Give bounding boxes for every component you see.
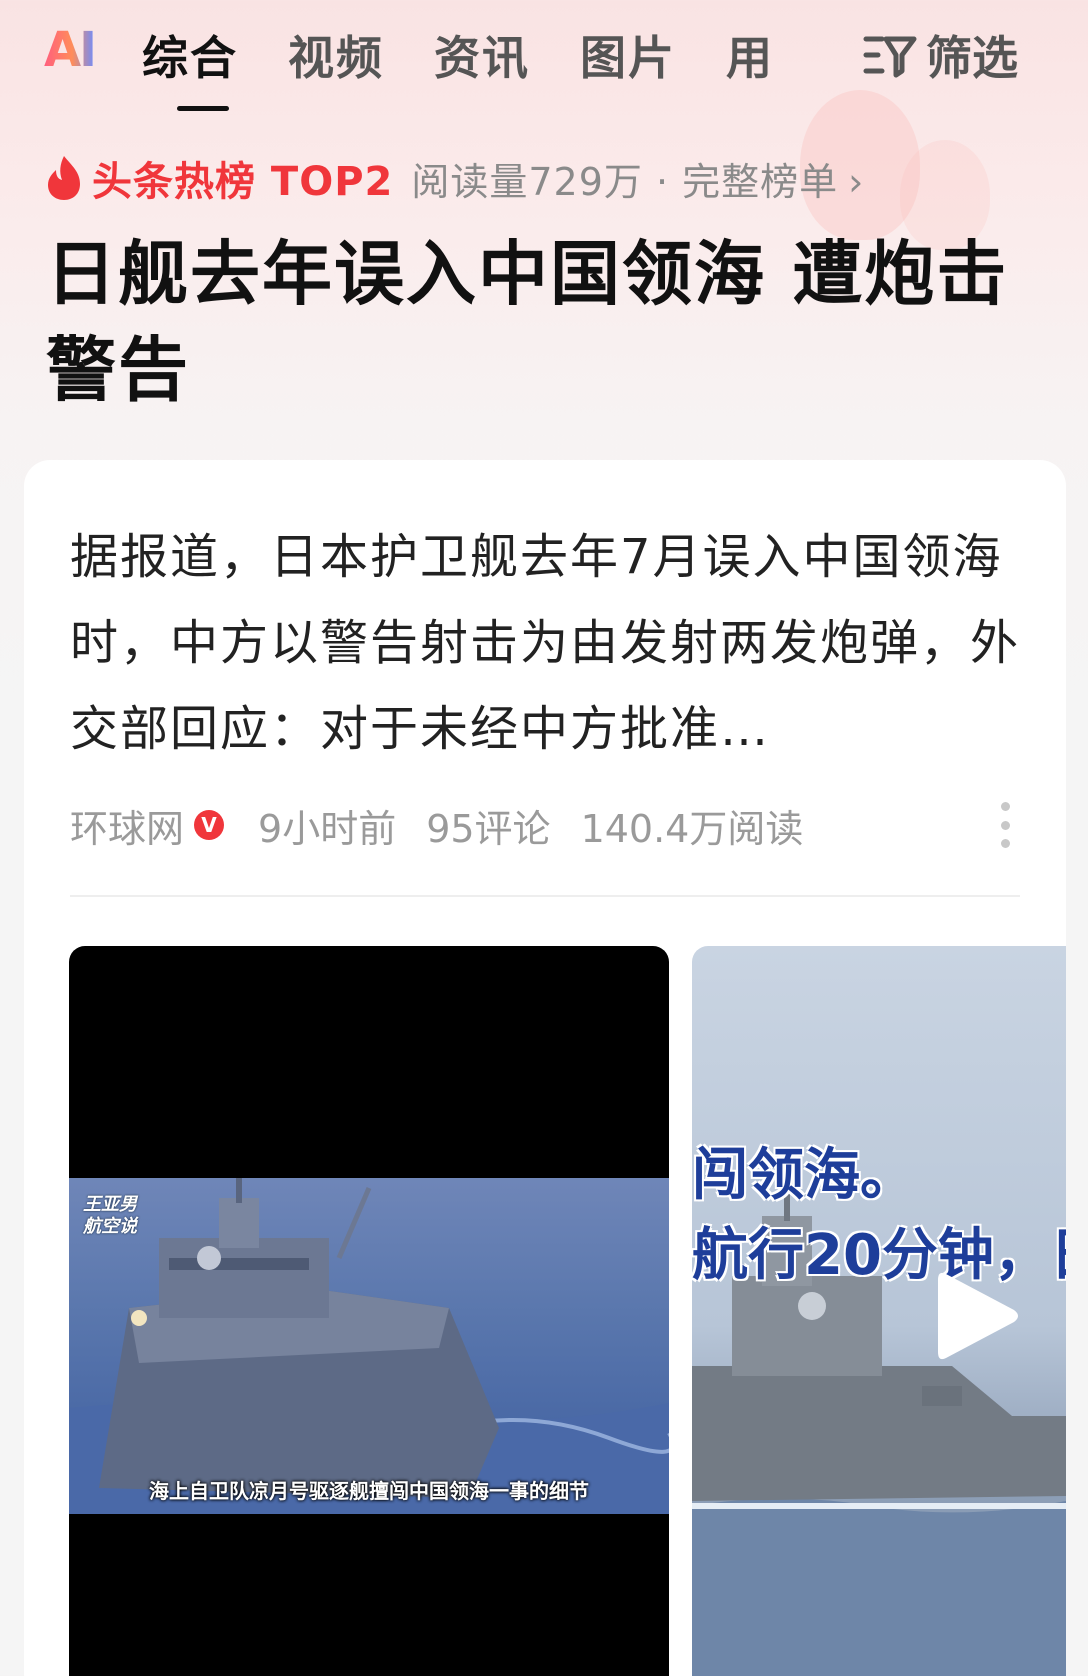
tab-video[interactable]: 视频 [288,22,384,88]
filter-label: 筛选 [926,31,1018,85]
page-title[interactable]: 日舰去年误入中国领海 遭炮击警告 [46,226,1046,418]
tab-images[interactable]: 图片 [580,22,676,88]
video-watermark: 王亚男 航空说 [83,1194,137,1238]
subtitle-line: 闯领海。 [692,1143,916,1208]
ship-image [69,1178,669,1514]
video-thumbnail[interactable]: 闯领海。 航行20分钟，日 [692,946,1066,1676]
article-comments: 95评论 [426,806,551,851]
active-tab-indicator [177,106,229,111]
ai-tab[interactable]: AI [44,22,97,78]
video-thumbnail[interactable]: 王亚男 航空说 海上自卫队凉月号驱逐舰擅闯中国领海一事的细节 [69,946,669,1676]
hot-list-link[interactable]: 头条热榜 TOP2 阅读量729万 · 完整榜单 › [44,150,864,206]
hot-list-label: 头条热榜 TOP2 [92,159,394,205]
play-icon[interactable] [932,1266,1022,1366]
hot-list-reads: 阅读量729万 · 完整榜单 [411,159,839,204]
divider [70,895,1020,897]
article-source[interactable]: 环球网 [70,798,184,853]
article-meta: 环球网 V 9小时前 95评论 140.4万阅读 [70,790,1026,860]
more-options-icon[interactable] [998,802,1012,848]
tab-comprehensive[interactable]: 综合 [142,22,238,88]
hot-list-meta: 阅读量729万 · 完整榜单 › [411,151,864,206]
watermark-line: 航空说 [83,1216,137,1237]
tab-news[interactable]: 资讯 [434,22,530,88]
article-summary[interactable]: 据报道，日本护卫舰去年7月误入中国领海时，中方以警告射击为由发射两发炮弹，外交部… [70,514,1030,772]
chevron-right-icon: › [848,159,865,204]
filter-button[interactable]: 筛选 [862,22,1018,88]
video-caption: 海上自卫队凉月号驱逐舰擅闯中国领海一事的细节 [149,1479,589,1503]
article-card[interactable]: 据报道，日本护卫舰去年7月误入中国领海时，中方以警告射击为由发射两发炮弹，外交部… [24,460,1066,1676]
video-frame: 王亚男 航空说 海上自卫队凉月号驱逐舰擅闯中国领海一事的细节 [69,1178,669,1514]
article-time: 9小时前 [258,806,397,851]
flame-icon [48,156,80,200]
verified-badge-icon: V [194,810,225,840]
watermark-line: 王亚男 [83,1194,137,1215]
filter-icon [862,31,918,79]
top-tab-bar: AI 综合 视频 资讯 图片 用 筛选 [0,14,1088,111]
tab-more[interactable]: 用 [726,22,774,88]
article-reads: 140.4万阅读 [580,806,804,851]
